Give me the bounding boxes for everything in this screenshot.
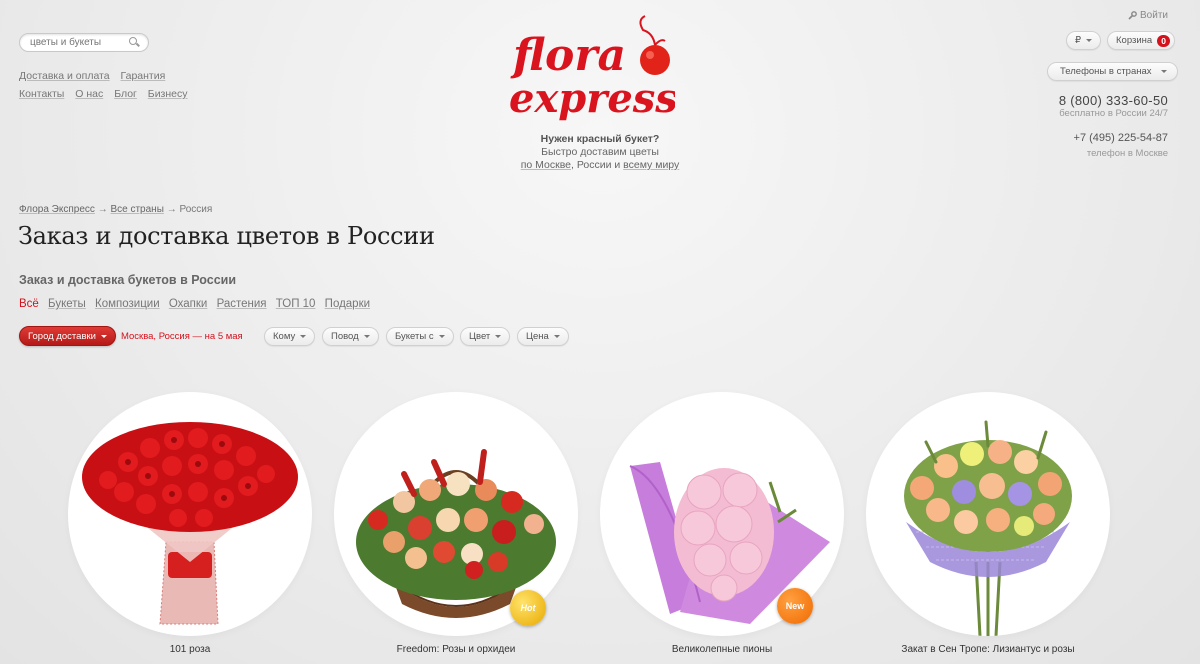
tab-all[interactable]: Всё <box>19 298 39 310</box>
breadcrumb-separator: → <box>97 204 108 215</box>
link-delivery[interactable]: Доставка и оплата <box>19 70 110 82</box>
chevron-down-icon <box>363 335 370 338</box>
tagline-question: Нужен красный букет? <box>540 133 660 145</box>
chevron-down-icon <box>438 335 445 338</box>
phone-main: 8 (800) 333-60-50 <box>1058 93 1168 108</box>
product-image[interactable] <box>68 392 312 636</box>
phone-main-note: бесплатно в России 24/7 <box>1059 108 1168 119</box>
link-moscow[interactable]: по Москве <box>521 159 571 171</box>
product-card[interactable]: Hot Freedom: Розы и орхидеи <box>334 392 578 664</box>
product-name[interactable]: 101 роза <box>68 644 312 655</box>
link-about[interactable]: О нас <box>75 88 103 100</box>
ornament-ball <box>640 45 670 75</box>
chevron-down-icon <box>100 334 107 338</box>
filter-bouquet-with-label: Букеты с <box>395 331 434 342</box>
red-roses-bouquet-icon <box>82 422 298 625</box>
tagline-middle: , России и <box>571 159 624 171</box>
tagline-line2: Быстро доставим цветы <box>541 146 659 158</box>
product-name[interactable]: Великолепные пионы <box>600 644 844 655</box>
logo[interactable]: flora express <box>505 8 678 128</box>
chevron-down-icon <box>300 335 307 338</box>
filter-recipient-label: Кому <box>273 331 296 342</box>
new-sticker: New <box>777 588 813 624</box>
product-name[interactable]: Freedom: Розы и орхидеи <box>334 644 578 655</box>
product-card[interactable]: 101 роза <box>68 392 312 664</box>
logo-text-flora: flora <box>510 30 626 81</box>
link-contacts[interactable]: Контакты <box>19 88 64 100</box>
tab-top10[interactable]: ТОП 10 <box>276 298 316 310</box>
tab-gifts[interactable]: Подарки <box>325 298 370 310</box>
logo-text-express: express <box>509 75 675 122</box>
filter-color[interactable]: Цвет <box>460 327 511 346</box>
category-tabs: Всё Букеты Композиции Охапки Растения ТО… <box>19 298 376 310</box>
breadcrumb-home[interactable]: Флора Экспресс <box>19 204 95 215</box>
product-image[interactable] <box>866 392 1110 636</box>
chevron-down-icon <box>495 335 502 338</box>
tab-plants[interactable]: Растения <box>217 298 267 310</box>
search-box[interactable] <box>19 33 149 52</box>
link-guarantee[interactable]: Гарантия <box>121 70 166 82</box>
breadcrumb-separator: → <box>166 204 177 215</box>
tab-compositions[interactable]: Композиции <box>95 298 160 310</box>
breadcrumb-all-countries[interactable]: Все страны <box>110 204 163 215</box>
currency-select[interactable]: ₽ <box>1066 31 1102 50</box>
product-card[interactable]: New Великолепные пионы <box>600 392 844 664</box>
breadcrumb: Флора Экспресс → Все страны → Россия <box>19 204 212 215</box>
cart-button[interactable]: Корзина 0 <box>1107 31 1175 50</box>
search-input[interactable] <box>30 37 129 48</box>
breadcrumb-current: Россия <box>179 204 213 215</box>
link-blog[interactable]: Блог <box>114 88 137 100</box>
currency-label: ₽ <box>1075 35 1082 46</box>
logo-graphic: flora express <box>509 15 678 122</box>
link-business[interactable]: Бизнесу <box>148 88 188 100</box>
search-icon[interactable] <box>129 37 140 48</box>
phone-moscow-note: телефон в Москве <box>1086 148 1168 159</box>
filter-price-label: Цена <box>526 331 549 342</box>
delivery-city-info: Москва, Россия — на 5 мая <box>121 331 243 342</box>
tab-armfuls[interactable]: Охапки <box>169 298 208 310</box>
login-label: Войти <box>1140 10 1168 21</box>
filter-occasion[interactable]: Повод <box>322 327 379 346</box>
link-world[interactable]: всему миру <box>623 159 679 171</box>
tagline: Нужен красный букет? Быстро доставим цве… <box>480 133 720 172</box>
chevron-down-icon <box>1086 39 1093 42</box>
lisianthus-roses-bouquet-icon <box>904 420 1072 636</box>
filter-recipient[interactable]: Кому <box>264 327 316 346</box>
product-name[interactable]: Закат в Сен Тропе: Лизиантус и розы <box>866 644 1110 655</box>
phone-moscow: +7 (495) 225-54-87 <box>1073 132 1168 144</box>
tab-bouquets[interactable]: Букеты <box>48 298 86 310</box>
wrench-icon <box>1128 11 1137 20</box>
phones-dropdown-label: Телефоны в странах <box>1060 66 1152 77</box>
top-links: Доставка и оплата Гарантия Контакты О на… <box>19 67 196 103</box>
chevron-down-icon <box>553 335 560 338</box>
filter-price[interactable]: Цена <box>517 327 569 346</box>
filter-bouquet-with[interactable]: Букеты с <box>386 327 454 346</box>
hot-sticker: Hot <box>510 590 546 626</box>
filter-color-label: Цвет <box>469 331 491 342</box>
chevron-down-icon <box>1160 70 1167 73</box>
filter-occasion-label: Повод <box>331 331 359 342</box>
cart-count-badge: 0 <box>1157 34 1170 47</box>
page-subtitle: Заказ и доставка букетов в России <box>19 273 237 287</box>
phones-dropdown[interactable]: Телефоны в странах <box>1047 62 1178 81</box>
login-link[interactable]: Войти <box>1128 10 1168 21</box>
delivery-city-label: Город доставки <box>28 330 96 342</box>
page-title: Заказ и доставка цветов в России <box>18 222 435 250</box>
cart-label: Корзина <box>1116 35 1153 46</box>
product-card[interactable]: Закат в Сен Тропе: Лизиантус и розы <box>866 392 1110 664</box>
delivery-city-button[interactable]: Город доставки <box>19 326 116 346</box>
